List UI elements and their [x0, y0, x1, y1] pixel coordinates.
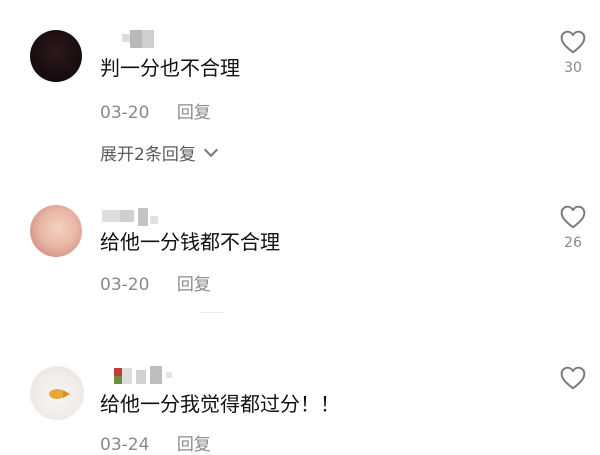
comment-date: 03-20: [100, 103, 150, 123]
comment-meta: 03-24 回复: [100, 430, 211, 455]
avatar[interactable]: [30, 205, 82, 257]
divider: [200, 312, 224, 313]
username-blurred[interactable]: [100, 208, 180, 226]
like-count: 30: [564, 60, 582, 76]
like-button[interactable]: 30: [558, 30, 588, 76]
like-count: 26: [564, 235, 582, 251]
comment-date: 03-20: [100, 275, 150, 295]
expand-replies-button[interactable]: 展开2条回复: [100, 140, 218, 165]
avatar[interactable]: [30, 30, 82, 82]
like-button[interactable]: [558, 366, 588, 390]
chevron-down-icon: [203, 142, 218, 158]
reply-button[interactable]: 回复: [177, 275, 211, 295]
heart-outline-icon: [560, 30, 586, 54]
avatar[interactable]: [30, 366, 84, 420]
username-blurred[interactable]: [100, 30, 180, 48]
username-blurred[interactable]: [100, 366, 190, 384]
comment-date: 03-24: [100, 435, 150, 455]
comment-text: 给他一分钱都不合理: [100, 230, 280, 254]
reply-button[interactable]: 回复: [177, 103, 211, 123]
comment-meta: 03-20 回复: [100, 98, 211, 123]
comment-meta: 03-20 回复: [100, 270, 211, 295]
reply-button[interactable]: 回复: [177, 435, 211, 455]
comment-text: 判一分也不合理: [100, 56, 240, 80]
heart-outline-icon: [560, 205, 586, 229]
heart-outline-icon: [560, 366, 586, 390]
like-button[interactable]: 26: [558, 205, 588, 251]
expand-replies-label: 展开2条回复: [100, 145, 196, 165]
avatar-fish-graphic: [49, 389, 70, 399]
comment-text: 给他一分我觉得都过分！！: [100, 392, 340, 416]
